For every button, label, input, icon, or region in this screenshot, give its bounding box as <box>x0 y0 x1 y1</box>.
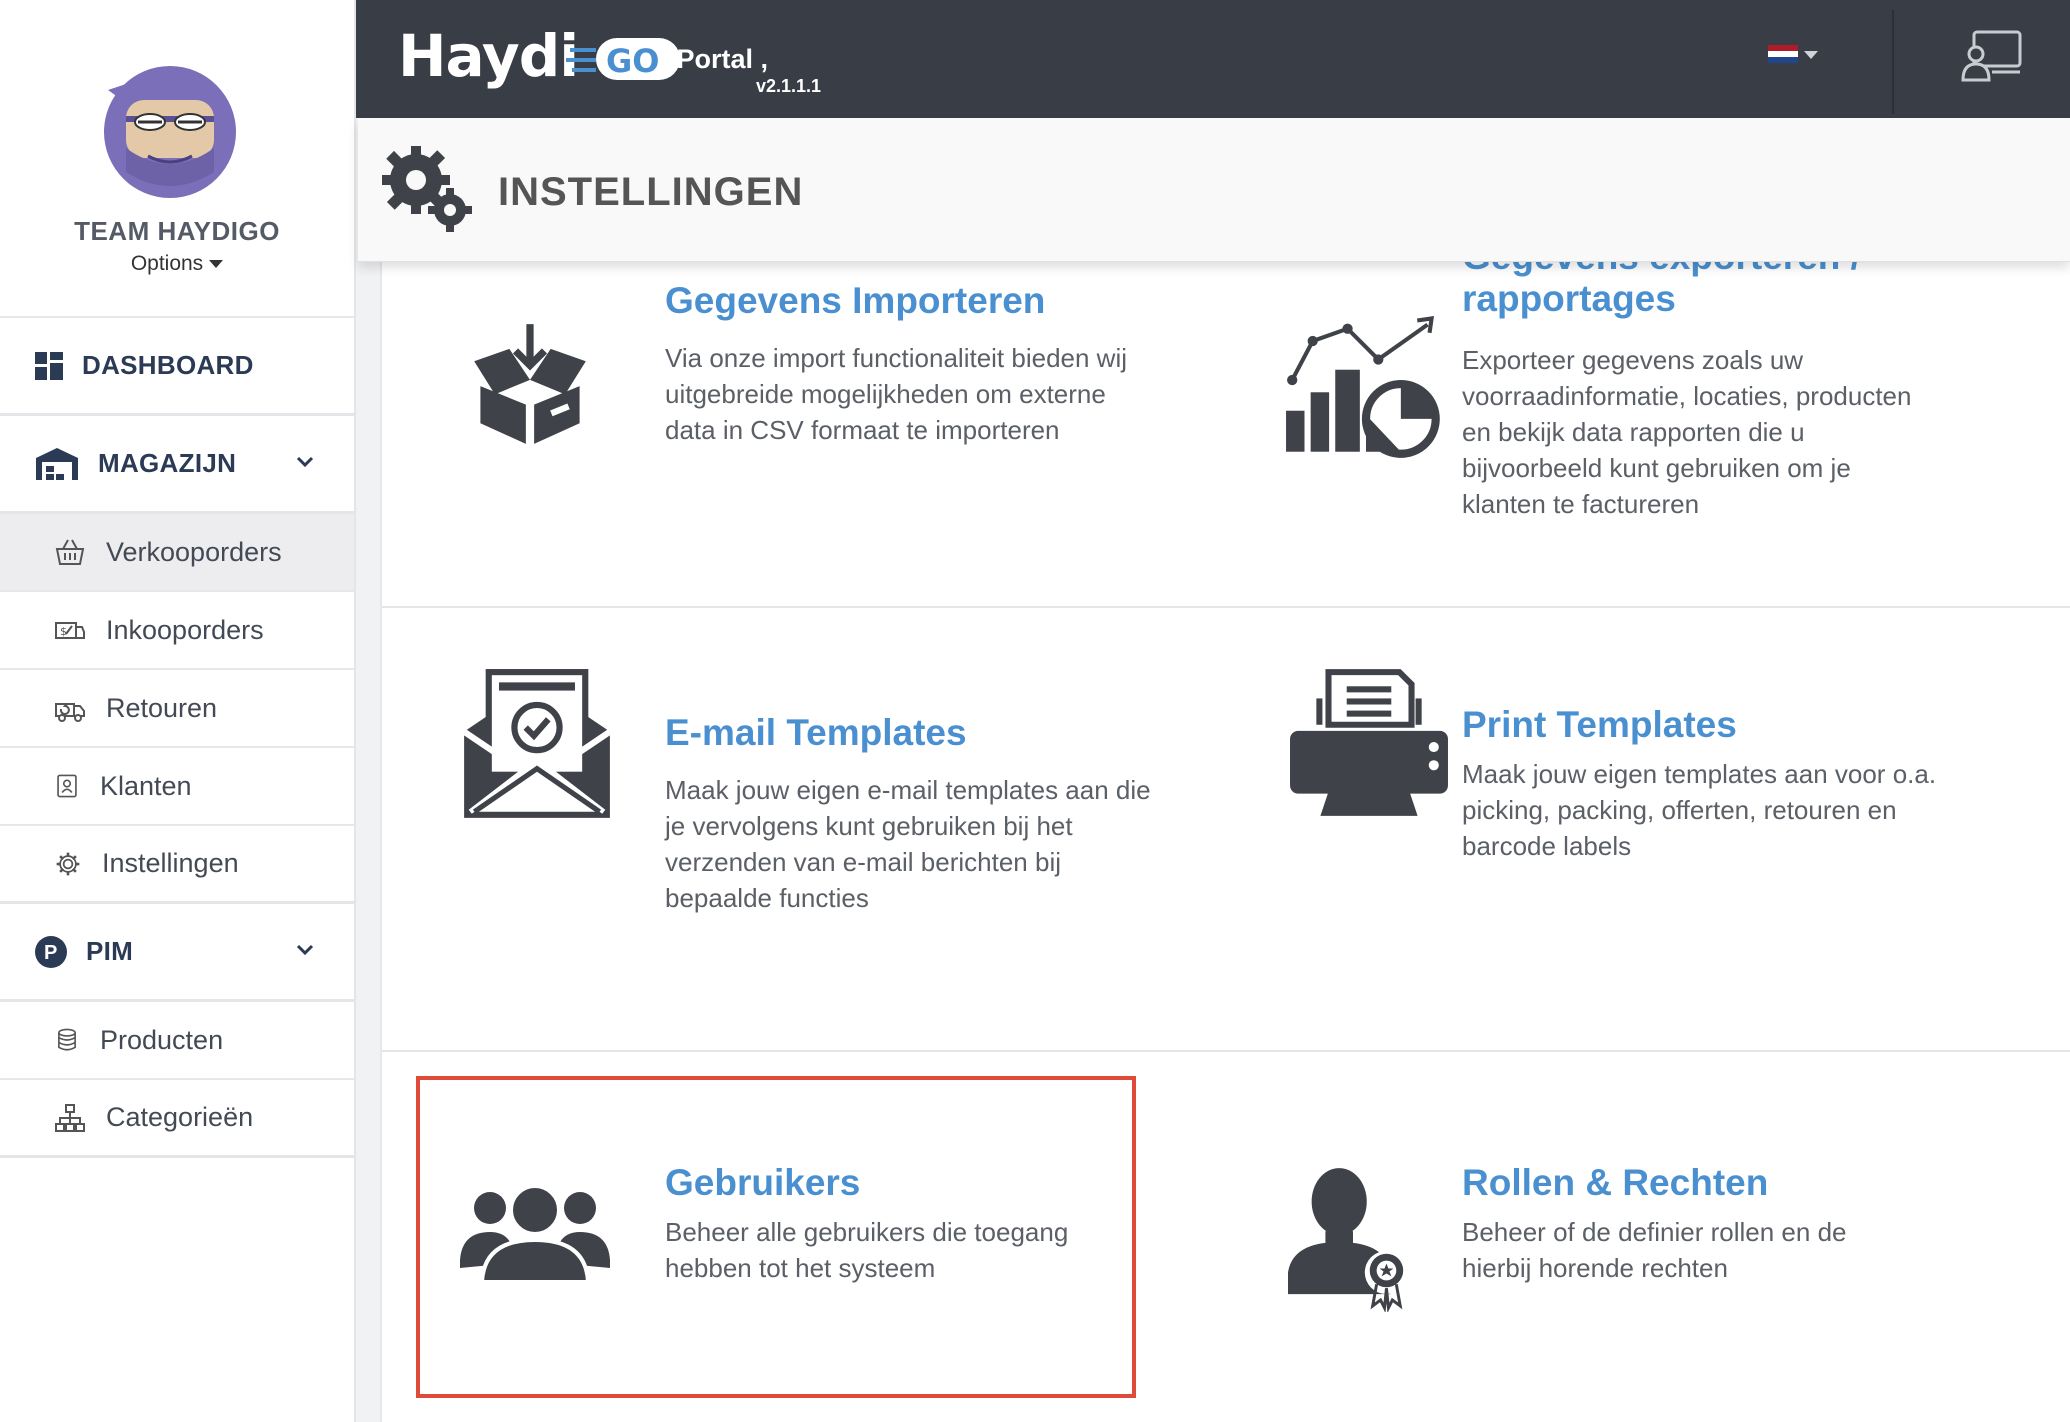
top-divider <box>1892 10 1894 114</box>
dollar-truck-icon: $ <box>55 622 85 639</box>
tile-email-templates[interactable]: E-mail Templates Maak jouw eigen e-mail … <box>382 608 1202 1050</box>
flag-nl-icon <box>1768 45 1798 63</box>
caret-down-icon <box>209 260 224 269</box>
team-name: TEAM HAYDIGO <box>74 216 280 246</box>
tile-description: Maak jouw eigen e-mail templates aan die… <box>665 775 1151 913</box>
tile-title[interactable]: E-mail Templates <box>665 712 967 754</box>
tile-rollen-rechten[interactable]: Rollen & Rechten Beheer of de definier r… <box>1202 1052 2070 1422</box>
page-header: INSTELLINGEN <box>358 118 2070 262</box>
sidebar-item-verkooporders[interactable]: Verkooporders <box>0 514 354 592</box>
sidebar-item-klanten[interactable]: Klanten <box>0 748 354 826</box>
chevron-down-icon[interactable] <box>296 944 314 956</box>
user-badge-icon <box>1288 1168 1409 1312</box>
sidebar-item-label: Klanten <box>100 770 192 801</box>
pim-icon: P <box>35 935 67 968</box>
sidebar-item-instellingen[interactable]: Instellingen <box>0 826 354 904</box>
sidebar-item-categorieen[interactable]: Categorieën <box>0 1080 354 1158</box>
tile-title-line: rapportages <box>1462 278 1676 319</box>
logo-go-text: GO <box>606 42 659 80</box>
sidebar-item-producten[interactable]: Producten <box>0 1002 354 1080</box>
top-bar: Haydi GO - Portal , v2.1.1.1 <box>356 0 2070 118</box>
tile-title[interactable]: Rollen & Rechten <box>1462 1162 1768 1204</box>
gears-icon <box>382 146 472 232</box>
tile-title[interactable]: Gegevens Importeren <box>665 280 1045 322</box>
tile-description: Via onze import functionaliteit bieden w… <box>665 343 1128 445</box>
sidebar-item-label: Categorieën <box>106 1102 254 1132</box>
nav-pim-label: PIM <box>86 936 134 966</box>
tile-description: Maak jouw eigen templates aan voor o.a. … <box>1462 759 1937 861</box>
tile-title[interactable]: Gegevens exporteren / rapportages <box>1462 262 1861 320</box>
highlight-frame <box>416 1076 1136 1398</box>
nav-magazijn[interactable]: MAGAZIJN <box>0 416 354 514</box>
sidebar-item-label: Instellingen <box>102 848 239 878</box>
nav-dashboard-label: DASHBOARD <box>82 350 254 380</box>
logo-text[interactable]: Haydi <box>398 22 579 90</box>
gear-icon <box>56 852 80 875</box>
portal-label: - Portal , <box>660 44 769 74</box>
options-dropdown[interactable]: Options <box>0 252 354 276</box>
svg-text:$: $ <box>60 625 67 638</box>
basket-icon <box>55 539 85 565</box>
tile-description: Exporteer gegevens zoals uw voorraadinfo… <box>1462 345 1912 519</box>
sidebar-item-retouren[interactable]: Retouren <box>0 670 354 748</box>
tile-gegevens-exporteren[interactable]: Gegevens exporteren / rapportages Export… <box>1202 262 2070 606</box>
sidebar-item-label: Inkooporders <box>106 614 264 645</box>
box-import-icon <box>474 324 586 444</box>
caret-down-icon <box>1804 51 1818 59</box>
dashboard-icon <box>35 351 63 380</box>
nav-dashboard[interactable]: DASHBOARD <box>0 318 354 416</box>
options-label: Options <box>130 252 204 275</box>
nav-pim[interactable]: P PIM <box>0 904 354 1002</box>
tile-title[interactable]: Print Templates <box>1462 704 1737 746</box>
language-flag-dropdown[interactable] <box>1768 42 1822 68</box>
presentation-screen-icon[interactable] <box>1960 28 2024 84</box>
contact-book-icon <box>57 774 77 798</box>
sidebar-item-label: Retouren <box>106 692 218 723</box>
chart-report-icon <box>1286 316 1440 458</box>
tile-title-line: Gegevens exporteren / <box>1462 262 1861 278</box>
envelope-badge-icon <box>462 669 612 818</box>
profile-panel: TEAM HAYDIGO Options <box>0 0 354 318</box>
version-label: v2.1.1.1 <box>756 76 822 96</box>
sidebar-item-inkooporders[interactable]: $ Inkooporders <box>0 592 354 670</box>
tile-gegevens-importeren[interactable]: Gegevens Importeren Via onze import func… <box>382 262 1202 606</box>
warehouse-icon <box>36 447 78 480</box>
sitemap-icon <box>55 1103 85 1132</box>
nav-magazijn-label: MAGAZIJN <box>98 448 237 478</box>
sidebar: TEAM HAYDIGO Options DASHBOARD MAGAZIJN <box>0 0 356 1422</box>
database-icon <box>58 1028 76 1051</box>
avatar[interactable] <box>98 60 243 205</box>
svg-text:P: P <box>44 942 57 964</box>
tile-description: Beheer of de definier rollen en de hierb… <box>1462 1217 1847 1283</box>
printer-icon <box>1290 669 1448 816</box>
chevron-down-icon[interactable] <box>296 456 314 468</box>
sidebar-item-label: Verkooporders <box>106 536 282 567</box>
return-truck-icon <box>55 703 85 722</box>
tile-print-templates[interactable]: Print Templates Maak jouw eigen template… <box>1202 608 2070 1050</box>
sidebar-item-label: Producten <box>100 1024 224 1055</box>
page-title: INSTELLINGEN <box>498 170 804 214</box>
